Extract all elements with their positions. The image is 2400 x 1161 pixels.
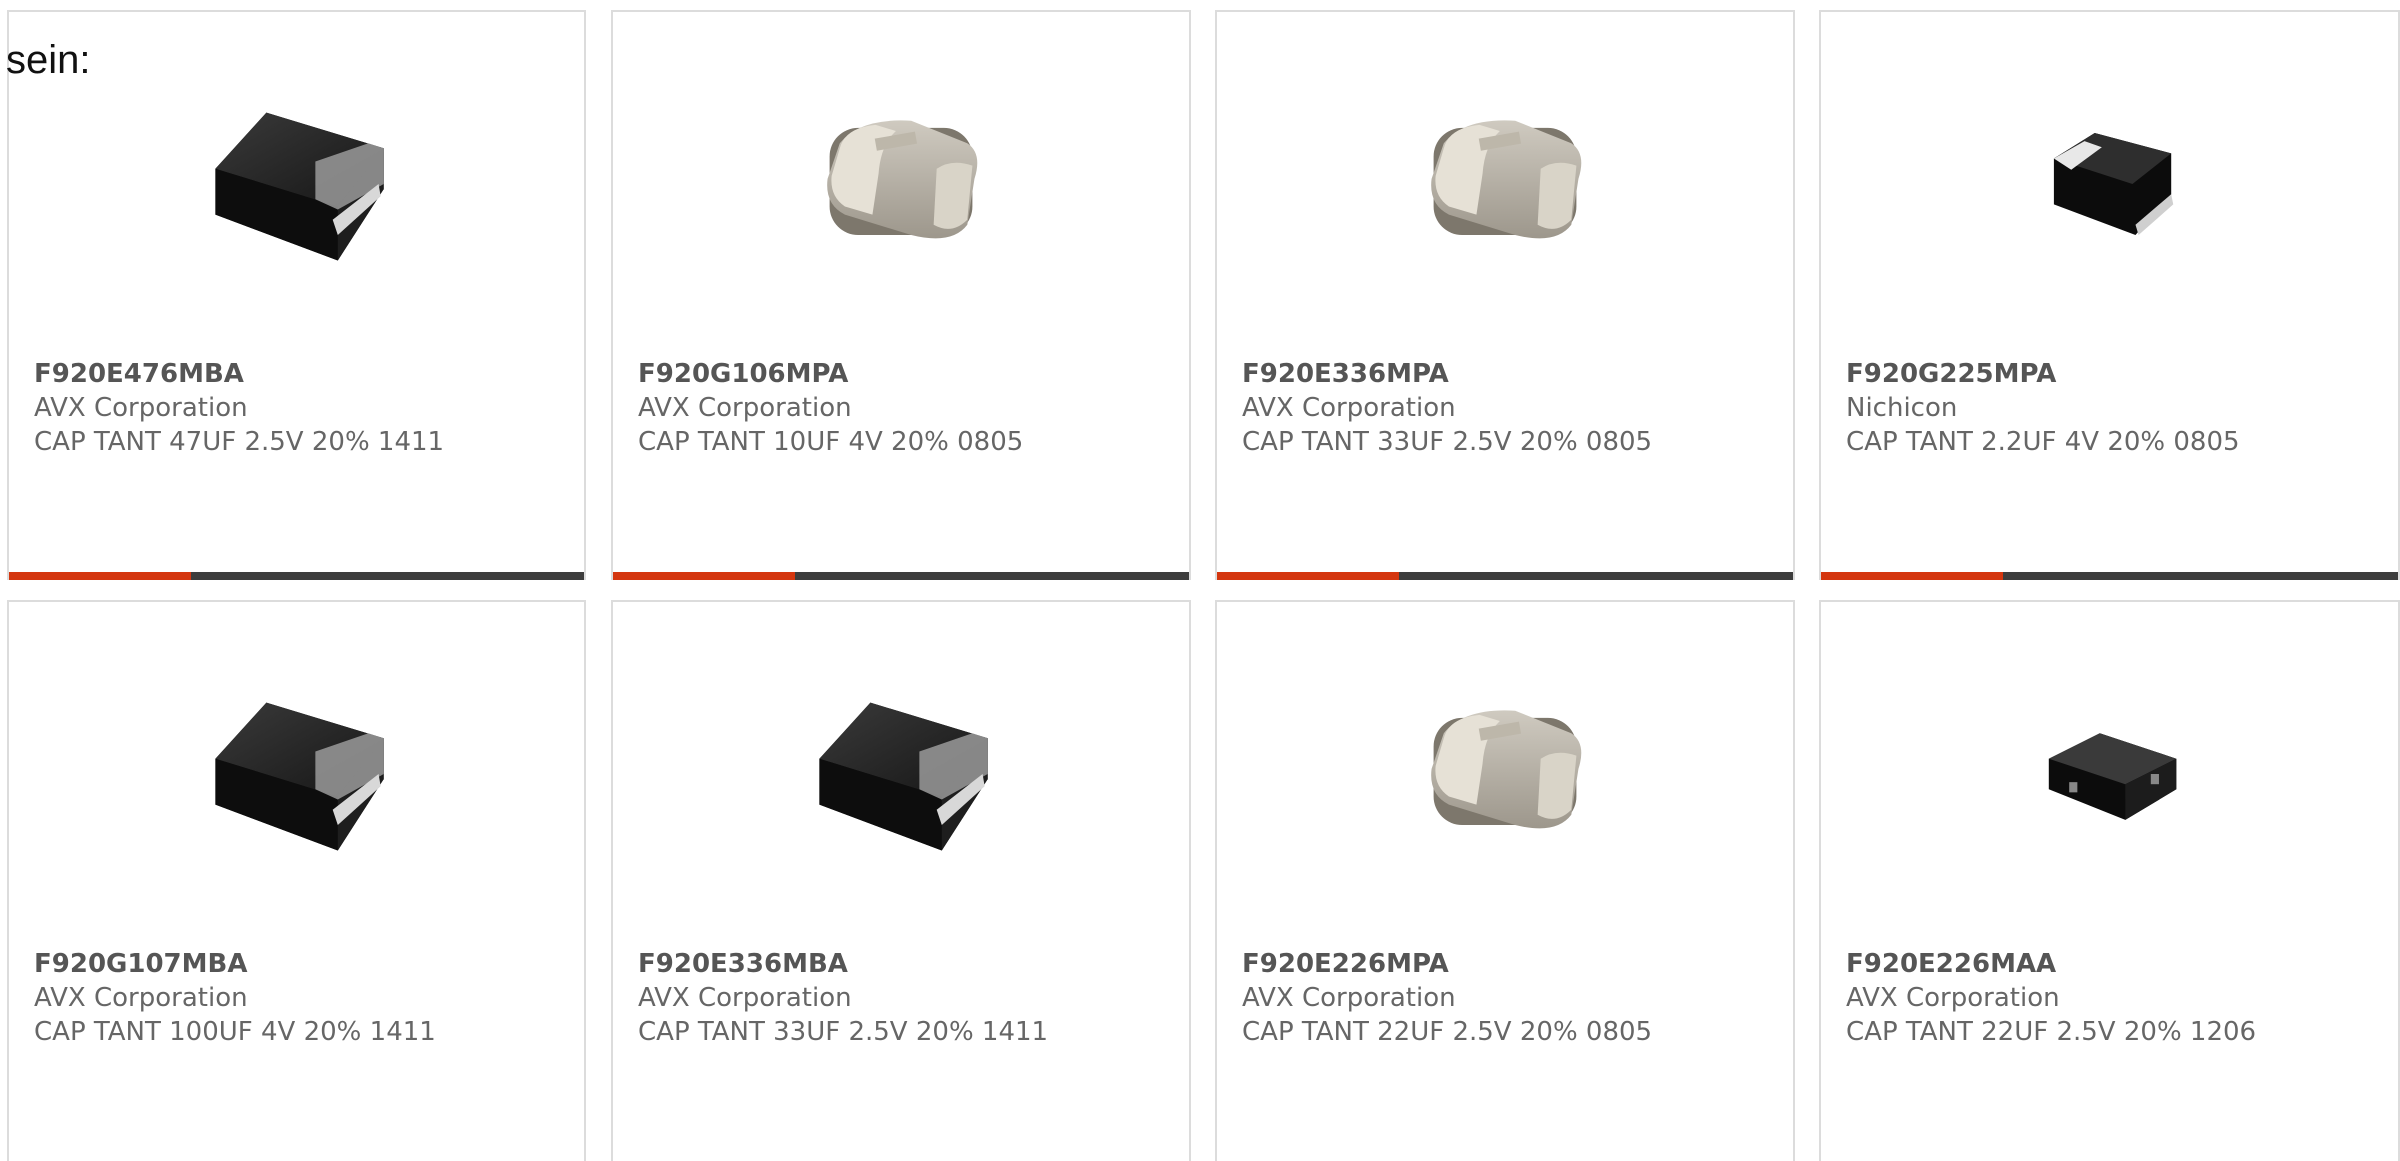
- accent-segment: [1821, 572, 2003, 580]
- product-card[interactable]: F920G107MBA AVX Corporation CAP TANT 100…: [7, 600, 586, 1161]
- description: CAP TANT 33UF 2.5V 20% 1411: [638, 1017, 1049, 1047]
- black-molded-tantalum-icon: [799, 672, 1003, 876]
- card-accent-bar: [1217, 572, 1793, 580]
- black-molded-tantalum-icon: [195, 672, 399, 876]
- product-card[interactable]: F920E336MPA AVX Corporation CAP TANT 33U…: [1215, 10, 1795, 580]
- product-card[interactable]: F920E476MBA AVX Corporation CAP TANT 47U…: [7, 10, 586, 580]
- accent-segment: [613, 572, 795, 580]
- manufacturer: AVX Corporation: [638, 983, 852, 1013]
- accent-segment: [1217, 572, 1399, 580]
- manufacturer: Nichicon: [1846, 393, 1958, 423]
- part-number-link[interactable]: F920E336MBA: [638, 947, 1179, 981]
- grey-ceramic-chip-icon: [799, 82, 1003, 286]
- part-number-link[interactable]: F920E226MPA: [1242, 947, 1783, 981]
- description: CAP TANT 22UF 2.5V 20% 1206: [1846, 1017, 2257, 1047]
- part-number-link[interactable]: F920G107MBA: [34, 947, 574, 981]
- black-molded-tantalum-icon: [195, 82, 399, 286]
- manufacturer: AVX Corporation: [34, 983, 248, 1013]
- grey-ceramic-chip-icon: [1403, 672, 1607, 876]
- manufacturer: AVX Corporation: [1846, 983, 2060, 1013]
- manufacturer: AVX Corporation: [34, 393, 248, 423]
- product-card[interactable]: F920E336MBA AVX Corporation CAP TANT 33U…: [611, 600, 1191, 1161]
- description: CAP TANT 100UF 4V 20% 1411: [34, 1017, 436, 1047]
- grey-ceramic-chip-icon: [1403, 82, 1607, 286]
- card-accent-bar: [1821, 572, 2398, 580]
- part-number-link[interactable]: F920G106MPA: [638, 357, 1179, 391]
- description: CAP TANT 47UF 2.5V 20% 1411: [34, 427, 445, 457]
- part-number-link[interactable]: F920G225MPA: [1846, 357, 2388, 391]
- small-black-tantalum-icon: [2008, 82, 2212, 286]
- part-number-link[interactable]: F920E226MAA: [1846, 947, 2388, 981]
- part-number-link[interactable]: F920E336MPA: [1242, 357, 1783, 391]
- card-accent-bar: [9, 572, 584, 580]
- product-card[interactable]: F920G225MPA Nichicon CAP TANT 2.2UF 4V 2…: [1819, 10, 2400, 580]
- intro-text: sein:: [6, 38, 91, 82]
- manufacturer: AVX Corporation: [1242, 983, 1456, 1013]
- manufacturer: AVX Corporation: [1242, 393, 1456, 423]
- product-grid: F920E476MBA AVX Corporation CAP TANT 47U…: [0, 0, 2400, 1161]
- part-number-link[interactable]: F920E476MBA: [34, 357, 574, 391]
- description: CAP TANT 22UF 2.5V 20% 0805: [1242, 1017, 1653, 1047]
- product-card[interactable]: F920E226MAA AVX Corporation CAP TANT 22U…: [1819, 600, 2400, 1161]
- manufacturer: AVX Corporation: [638, 393, 852, 423]
- product-card[interactable]: F920G106MPA AVX Corporation CAP TANT 10U…: [611, 10, 1191, 580]
- card-accent-bar: [613, 572, 1189, 580]
- description: CAP TANT 2.2UF 4V 20% 0805: [1846, 427, 2240, 457]
- accent-segment: [9, 572, 191, 580]
- slim-black-tantalum-icon: [2008, 672, 2212, 876]
- description: CAP TANT 33UF 2.5V 20% 0805: [1242, 427, 1653, 457]
- product-card[interactable]: F920E226MPA AVX Corporation CAP TANT 22U…: [1215, 600, 1795, 1161]
- description: CAP TANT 10UF 4V 20% 0805: [638, 427, 1024, 457]
